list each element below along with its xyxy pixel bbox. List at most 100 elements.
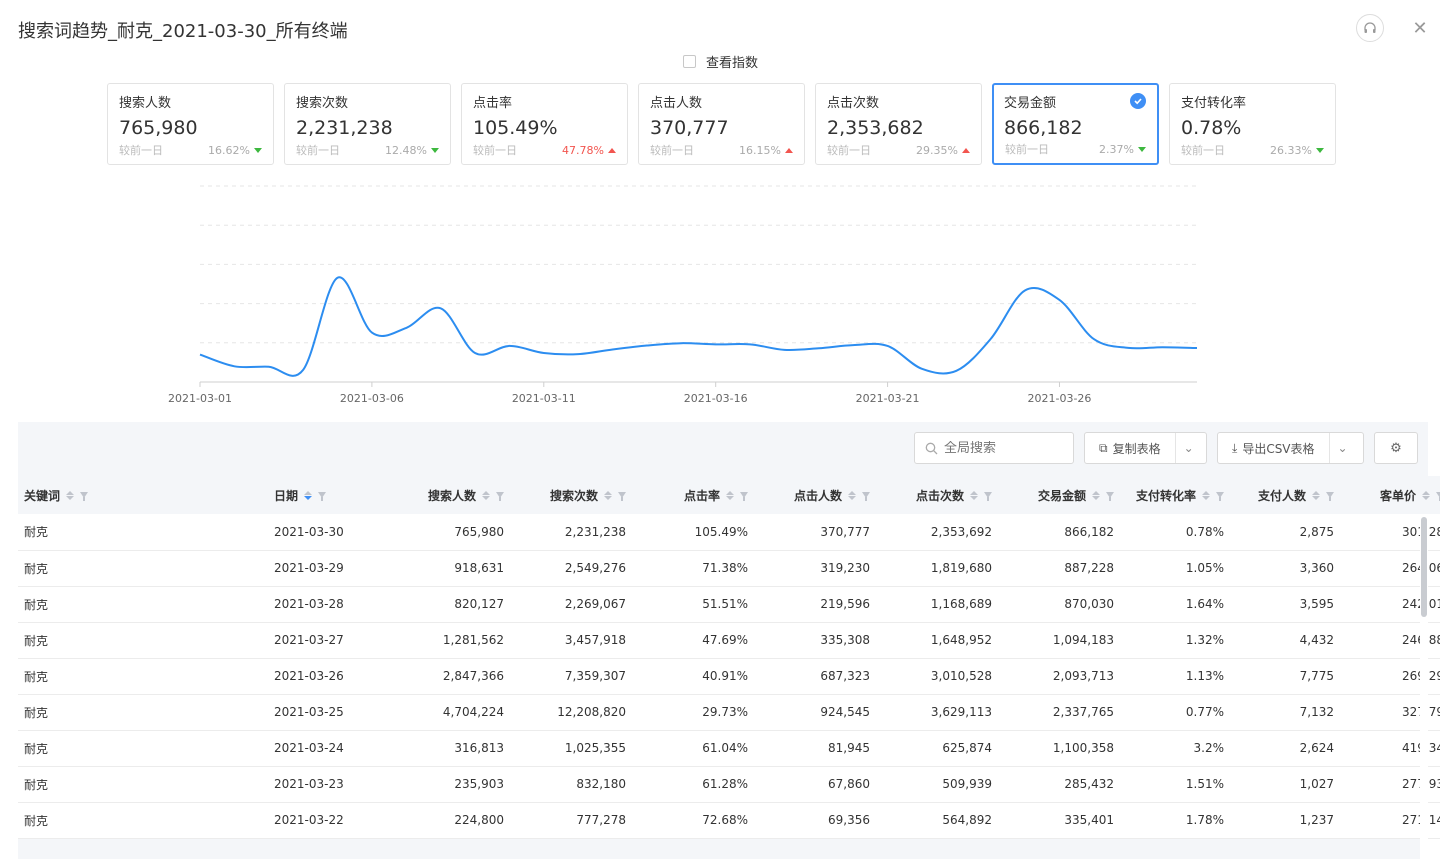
global-search-box[interactable] <box>914 432 1074 464</box>
scrollbar-thumb[interactable] <box>1421 517 1427 617</box>
copy-table-button[interactable]: ⧉ 复制表格 ⌄ <box>1084 432 1207 464</box>
data-point[interactable] <box>781 347 787 353</box>
sort-icon[interactable] <box>1092 490 1100 500</box>
metric-card-ctr[interactable]: 点击率 105.49% 较前一日 47.78% <box>461 83 628 165</box>
chevron-down-icon[interactable]: ⌄ <box>1176 441 1202 455</box>
data-point[interactable] <box>1125 345 1131 351</box>
data-point[interactable] <box>472 350 478 356</box>
column-header-ctr[interactable]: 点击率 <box>632 476 754 514</box>
sort-icon[interactable] <box>304 490 313 500</box>
table-row[interactable]: 耐克 2021-03-23 235,903 832,180 61.28% 67,860 50… <box>18 766 1440 802</box>
column-header-keyword[interactable]: 关键词 <box>18 476 268 514</box>
table-row[interactable]: 耐克 2021-03-26 2,847,366 7,359,307 40.91% 687,… <box>18 658 1440 694</box>
table-scrollbar[interactable] <box>1420 515 1428 859</box>
metric-card-search-count[interactable]: 搜索次数 2,231,238 较前一日 12.48% <box>284 83 451 165</box>
filter-icon[interactable] <box>1436 492 1440 501</box>
data-point[interactable] <box>1194 345 1200 351</box>
chevron-down-icon[interactable]: ⌄ <box>1330 441 1356 455</box>
filter-icon[interactable] <box>1106 492 1114 501</box>
metric-card-pay-conversion[interactable]: 支付转化率 0.78% 较前一日 26.33% <box>1169 83 1336 165</box>
export-csv-button[interactable]: ⤓ 导出CSV表格 ⌄ <box>1217 432 1364 464</box>
filter-icon[interactable] <box>1216 492 1224 501</box>
data-point[interactable] <box>403 325 409 331</box>
metric-cards: 搜索人数 765,980 较前一日 16.62% 搜索次数 2,231,238 较… <box>107 83 1336 165</box>
filter-icon[interactable] <box>984 492 992 501</box>
column-header-search-users[interactable]: 搜索人数 <box>380 476 510 514</box>
table-row[interactable]: 耐克 2021-03-24 316,813 1,025,355 61.04% 81,945… <box>18 730 1440 766</box>
data-point[interactable] <box>231 363 237 369</box>
data-point[interactable] <box>1056 297 1062 303</box>
series-line[interactable] <box>199 276 1198 377</box>
table-row[interactable]: 耐克 2021-03-30 765,980 2,231,238 105.49% 370,7… <box>18 514 1440 550</box>
column-header-search-count[interactable]: 搜索次数 <box>510 476 632 514</box>
data-point[interactable] <box>644 343 650 349</box>
table-row[interactable]: 耐克 2021-03-25 4,704,224 12,208,820 29.73% 924… <box>18 694 1440 730</box>
sort-icon[interactable] <box>1422 490 1430 500</box>
close-icon[interactable]: ✕ <box>1406 14 1434 42</box>
filter-icon[interactable] <box>1326 492 1334 501</box>
sort-icon[interactable] <box>604 490 612 500</box>
column-header-transaction-amount[interactable]: 交易金额 <box>998 476 1120 514</box>
data-point[interactable] <box>885 343 891 349</box>
data-point[interactable] <box>438 305 444 311</box>
data-point[interactable] <box>300 367 306 373</box>
data-point[interactable] <box>1091 336 1097 342</box>
data-point[interactable] <box>713 341 719 347</box>
table-cell: 1,025,355 <box>564 741 626 755</box>
view-index-toggle[interactable]: 查看指数 <box>683 52 758 71</box>
data-point[interactable] <box>1160 344 1166 350</box>
gear-icon[interactable]: ⚙ <box>1374 432 1418 464</box>
column-header-click-users[interactable]: 点击人数 <box>754 476 876 514</box>
column-header-unit-price[interactable]: 客单价 <box>1340 476 1440 514</box>
metric-card-click-users[interactable]: 点击人数 370,777 较前一日 16.15% <box>638 83 805 165</box>
data-point[interactable] <box>678 340 684 346</box>
decrease-arrow-icon <box>1138 146 1146 152</box>
metric-card-click-count[interactable]: 点击次数 2,353,682 较前一日 29.35% <box>815 83 982 165</box>
sort-icon[interactable] <box>726 490 734 500</box>
data-point[interactable] <box>541 350 547 356</box>
data-point[interactable] <box>850 342 856 348</box>
filter-icon[interactable] <box>318 492 327 501</box>
metric-card-search-users[interactable]: 搜索人数 765,980 较前一日 16.62% <box>107 83 274 165</box>
column-header-pay-conversion[interactable]: 支付转化率 <box>1120 476 1230 514</box>
table-row[interactable]: 耐克 2021-03-22 224,800 777,278 72.68% 69,356 56… <box>18 802 1440 838</box>
table-cell: 1.64% <box>1185 597 1224 611</box>
data-point[interactable] <box>953 368 959 374</box>
data-point[interactable] <box>816 345 822 351</box>
sort-icon[interactable] <box>970 490 978 500</box>
trend-line-chart[interactable]: 2021-03-01 2021-03-06 2021-03-11 2021-03-16… <box>160 180 1220 415</box>
data-point[interactable] <box>335 275 341 281</box>
data-point[interactable] <box>266 364 272 370</box>
sort-icon[interactable] <box>66 490 75 500</box>
data-point[interactable] <box>988 336 994 342</box>
filter-icon[interactable] <box>80 492 89 501</box>
table-cell: 335,308 <box>820 633 870 647</box>
data-point[interactable] <box>919 366 925 372</box>
sort-icon[interactable] <box>1202 490 1210 500</box>
column-header-date[interactable]: 日期 <box>268 476 380 514</box>
filter-icon[interactable] <box>740 492 748 501</box>
sort-icon[interactable] <box>482 490 490 500</box>
data-point[interactable] <box>197 352 203 358</box>
sort-icon[interactable] <box>1312 490 1320 500</box>
increase-arrow-icon <box>608 147 616 153</box>
column-header-pay-users[interactable]: 支付人数 <box>1230 476 1340 514</box>
table-row[interactable]: 耐克 2021-03-28 820,127 2,269,067 51.51% 219,59… <box>18 586 1440 622</box>
view-index-checkbox[interactable] <box>683 55 696 68</box>
column-header-click-count[interactable]: 点击次数 <box>876 476 998 514</box>
metric-card-transaction-amount[interactable]: 交易金额 866,182 较前一日 2.37% <box>992 83 1159 165</box>
data-point[interactable] <box>1022 287 1028 293</box>
global-search-input[interactable] <box>944 440 1064 456</box>
table-row[interactable]: 耐克 2021-03-29 918,631 2,549,276 71.38% 319,23… <box>18 550 1440 586</box>
sort-icon[interactable] <box>848 490 856 500</box>
data-point[interactable] <box>610 346 616 352</box>
filter-icon[interactable] <box>618 492 626 501</box>
data-point[interactable] <box>369 330 375 336</box>
filter-icon[interactable] <box>862 492 870 501</box>
data-point[interactable] <box>506 343 512 349</box>
data-point[interactable] <box>747 341 753 347</box>
headset-icon[interactable] <box>1356 14 1384 42</box>
table-row[interactable]: 耐克 2021-03-27 1,281,562 3,457,918 47.69% 335,… <box>18 622 1440 658</box>
filter-icon[interactable] <box>496 492 504 501</box>
data-point[interactable] <box>575 351 581 357</box>
